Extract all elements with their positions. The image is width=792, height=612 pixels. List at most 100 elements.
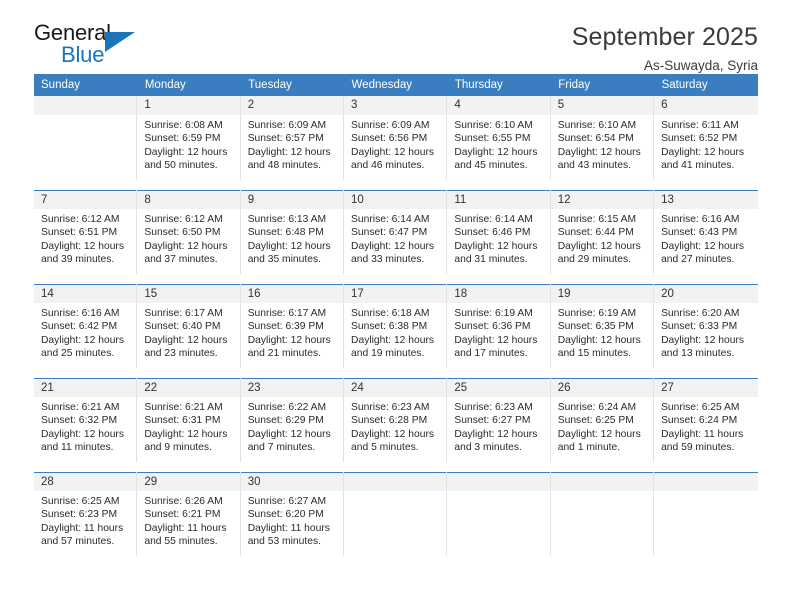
day-detail-sunrise: Sunrise: 6:09 AM xyxy=(351,120,430,131)
calendar-day-cell[interactable]: 13 Sunrise: 6:16 AM Sunset: 6:43 PM Dayligh… xyxy=(654,190,758,274)
calendar-day-cell[interactable]: 19 Sunrise: 6:19 AM Sunset: 6:35 PM Dayligh… xyxy=(550,284,655,368)
general-blue-logo[interactable]: General Blue xyxy=(34,20,144,72)
calendar-day-cell[interactable]: 1 Sunrise: 6:08 AM Sunset: 6:59 PM Daylight… xyxy=(137,96,241,180)
calendar-day-cell[interactable]: 27 Sunrise: 6:25 AM Sunset: 6:24 PM Dayligh… xyxy=(654,378,758,462)
calendar-day-cell[interactable]: 2 Sunrise: 6:09 AM Sunset: 6:57 PM Daylight… xyxy=(240,96,345,180)
calendar-day-cell[interactable]: 3 Sunrise: 6:09 AM Sunset: 6:56 PM Daylight… xyxy=(344,96,448,180)
calendar-day-cell[interactable]: 5 Sunrise: 6:10 AM Sunset: 6:54 PM Daylight… xyxy=(550,96,655,180)
day-detail-daylight-2: and 39 minutes. xyxy=(41,254,115,266)
day-box-empty xyxy=(654,472,758,556)
day-details: Sunrise: 6:24 AM Sunset: 6:25 PM Daylight:… xyxy=(551,397,653,455)
day-number: 17 xyxy=(344,284,447,303)
day-detail-sunset: Sunset: 6:33 PM xyxy=(661,321,738,333)
day-number: 19 xyxy=(550,284,654,303)
day-box-empty xyxy=(447,472,551,556)
day-number: 12 xyxy=(550,190,654,209)
day-box: 28 Sunrise: 6:25 AM Sunset: 6:23 PM Dayligh… xyxy=(34,472,138,556)
day-detail-sunset: Sunset: 6:55 PM xyxy=(454,133,531,145)
calendar-day-cell[interactable]: 12 Sunrise: 6:15 AM Sunset: 6:44 PM Dayligh… xyxy=(550,190,655,274)
day-detail-sunset: Sunset: 6:42 PM xyxy=(41,321,118,333)
calendar-day-cell[interactable]: 15 Sunrise: 6:17 AM Sunset: 6:40 PM Dayligh… xyxy=(137,284,241,368)
day-detail-daylight-2: and 29 minutes. xyxy=(557,254,631,266)
day-detail-daylight-2: and 23 minutes. xyxy=(144,348,218,360)
calendar-day-cell[interactable]: 14 Sunrise: 6:16 AM Sunset: 6:42 PM Dayligh… xyxy=(34,284,138,368)
day-detail-daylight-2: and 57 minutes. xyxy=(41,536,115,548)
day-detail-sunset: Sunset: 6:32 PM xyxy=(41,415,118,427)
calendar-day-cell[interactable] xyxy=(654,472,758,556)
day-details: Sunrise: 6:21 AM Sunset: 6:31 PM Daylight:… xyxy=(137,397,239,455)
day-detail-daylight-2: and 35 minutes. xyxy=(247,254,321,266)
day-detail-sunset: Sunset: 6:43 PM xyxy=(661,227,738,239)
day-detail-daylight-1: Daylight: 12 hours xyxy=(351,334,435,346)
calendar-day-cell[interactable]: 24 Sunrise: 6:23 AM Sunset: 6:28 PM Dayligh… xyxy=(344,378,448,462)
calendar-day-cell[interactable]: 30 Sunrise: 6:27 AM Sunset: 6:20 PM Dayligh… xyxy=(240,472,345,556)
calendar-day-cell[interactable]: 9 Sunrise: 6:13 AM Sunset: 6:48 PM Daylight… xyxy=(240,190,345,274)
day-detail-daylight-1: Daylight: 12 hours xyxy=(557,146,641,158)
week-separator-cell xyxy=(34,274,758,284)
day-detail-sunrise: Sunrise: 6:16 AM xyxy=(661,214,740,225)
day-number: 16 xyxy=(240,284,344,303)
column-header-tuesday: Tuesday xyxy=(240,74,345,96)
day-number xyxy=(344,472,447,491)
calendar-day-cell[interactable]: 11 Sunrise: 6:14 AM Sunset: 6:46 PM Dayligh… xyxy=(447,190,551,274)
calendar-day-cell[interactable] xyxy=(34,96,138,180)
day-details: Sunrise: 6:08 AM Sunset: 6:59 PM Daylight:… xyxy=(137,115,239,173)
calendar-day-cell[interactable]: 23 Sunrise: 6:22 AM Sunset: 6:29 PM Dayligh… xyxy=(240,378,345,462)
calendar-day-cell[interactable]: 21 Sunrise: 6:21 AM Sunset: 6:32 PM Dayligh… xyxy=(34,378,138,462)
day-detail-sunrise: Sunrise: 6:23 AM xyxy=(351,402,430,413)
day-details: Sunrise: 6:12 AM Sunset: 6:50 PM Daylight:… xyxy=(137,209,239,267)
day-detail-sunset: Sunset: 6:31 PM xyxy=(144,415,221,427)
calendar-day-cell[interactable]: 4 Sunrise: 6:10 AM Sunset: 6:55 PM Daylight… xyxy=(447,96,551,180)
day-box: 15 Sunrise: 6:17 AM Sunset: 6:40 PM Dayligh… xyxy=(137,284,241,368)
day-box: 3 Sunrise: 6:09 AM Sunset: 6:56 PM Daylight… xyxy=(344,96,448,180)
day-detail-sunrise: Sunrise: 6:25 AM xyxy=(41,496,120,507)
calendar-week-row: 7 Sunrise: 6:12 AM Sunset: 6:51 PM Daylight… xyxy=(34,190,758,274)
day-number: 6 xyxy=(654,96,758,115)
day-detail-sunrise: Sunrise: 6:21 AM xyxy=(41,402,120,413)
calendar-week-row: 28 Sunrise: 6:25 AM Sunset: 6:23 PM Dayligh… xyxy=(34,472,758,556)
calendar-day-cell[interactable]: 16 Sunrise: 6:17 AM Sunset: 6:39 PM Dayligh… xyxy=(240,284,345,368)
day-box: 21 Sunrise: 6:21 AM Sunset: 6:32 PM Dayligh… xyxy=(34,378,138,462)
calendar-day-cell[interactable] xyxy=(344,472,448,556)
day-detail-sunrise: Sunrise: 6:25 AM xyxy=(661,402,740,413)
day-detail-sunset: Sunset: 6:21 PM xyxy=(144,509,221,521)
day-details: Sunrise: 6:20 AM Sunset: 6:33 PM Daylight:… xyxy=(654,303,757,361)
day-detail-sunset: Sunset: 6:35 PM xyxy=(557,321,634,333)
calendar-day-cell[interactable]: 10 Sunrise: 6:14 AM Sunset: 6:47 PM Dayligh… xyxy=(344,190,448,274)
day-detail-sunset: Sunset: 6:36 PM xyxy=(454,321,531,333)
day-detail-daylight-2: and 5 minutes. xyxy=(351,442,419,454)
day-detail-sunset: Sunset: 6:46 PM xyxy=(454,227,531,239)
calendar-day-cell[interactable]: 20 Sunrise: 6:20 AM Sunset: 6:33 PM Dayligh… xyxy=(654,284,758,368)
day-box: 9 Sunrise: 6:13 AM Sunset: 6:48 PM Daylight… xyxy=(240,190,345,274)
day-box-empty xyxy=(344,472,448,556)
day-box: 20 Sunrise: 6:20 AM Sunset: 6:33 PM Dayligh… xyxy=(654,284,758,368)
day-detail-daylight-2: and 41 minutes. xyxy=(661,160,735,172)
week-separator xyxy=(34,368,758,378)
calendar-day-cell[interactable]: 22 Sunrise: 6:21 AM Sunset: 6:31 PM Dayligh… xyxy=(137,378,241,462)
day-number: 9 xyxy=(240,190,344,209)
day-detail-daylight-1: Daylight: 12 hours xyxy=(557,428,641,440)
calendar-day-cell[interactable]: 6 Sunrise: 6:11 AM Sunset: 6:52 PM Daylight… xyxy=(654,96,758,180)
calendar-day-cell[interactable]: 8 Sunrise: 6:12 AM Sunset: 6:50 PM Daylight… xyxy=(137,190,241,274)
calendar-day-cell[interactable]: 29 Sunrise: 6:26 AM Sunset: 6:21 PM Dayligh… xyxy=(137,472,241,556)
calendar-day-cell[interactable]: 25 Sunrise: 6:23 AM Sunset: 6:27 PM Dayligh… xyxy=(447,378,551,462)
calendar-day-cell[interactable]: 18 Sunrise: 6:19 AM Sunset: 6:36 PM Dayligh… xyxy=(447,284,551,368)
calendar-day-cell[interactable]: 26 Sunrise: 6:24 AM Sunset: 6:25 PM Dayligh… xyxy=(550,378,655,462)
day-detail-sunrise: Sunrise: 6:17 AM xyxy=(144,308,223,319)
calendar-day-cell[interactable]: 17 Sunrise: 6:18 AM Sunset: 6:38 PM Dayligh… xyxy=(344,284,448,368)
day-box: 7 Sunrise: 6:12 AM Sunset: 6:51 PM Daylight… xyxy=(34,190,138,274)
day-detail-sunset: Sunset: 6:28 PM xyxy=(351,415,428,427)
calendar-day-cell[interactable] xyxy=(550,472,655,556)
day-box: 17 Sunrise: 6:18 AM Sunset: 6:38 PM Dayligh… xyxy=(344,284,448,368)
calendar-day-cell[interactable]: 7 Sunrise: 6:12 AM Sunset: 6:51 PM Daylight… xyxy=(34,190,138,274)
day-detail-daylight-1: Daylight: 12 hours xyxy=(247,334,331,346)
day-box: 8 Sunrise: 6:12 AM Sunset: 6:50 PM Daylight… xyxy=(137,190,241,274)
day-box: 13 Sunrise: 6:16 AM Sunset: 6:43 PM Dayligh… xyxy=(654,190,758,274)
calendar-day-cell[interactable]: 28 Sunrise: 6:25 AM Sunset: 6:23 PM Dayligh… xyxy=(34,472,138,556)
day-details: Sunrise: 6:09 AM Sunset: 6:56 PM Daylight:… xyxy=(344,115,446,173)
day-detail-daylight-2: and 17 minutes. xyxy=(454,348,528,360)
day-detail-sunrise: Sunrise: 6:18 AM xyxy=(351,308,430,319)
day-detail-sunset: Sunset: 6:23 PM xyxy=(41,509,118,521)
calendar-day-cell[interactable] xyxy=(447,472,551,556)
day-box: 25 Sunrise: 6:23 AM Sunset: 6:27 PM Dayligh… xyxy=(447,378,551,462)
